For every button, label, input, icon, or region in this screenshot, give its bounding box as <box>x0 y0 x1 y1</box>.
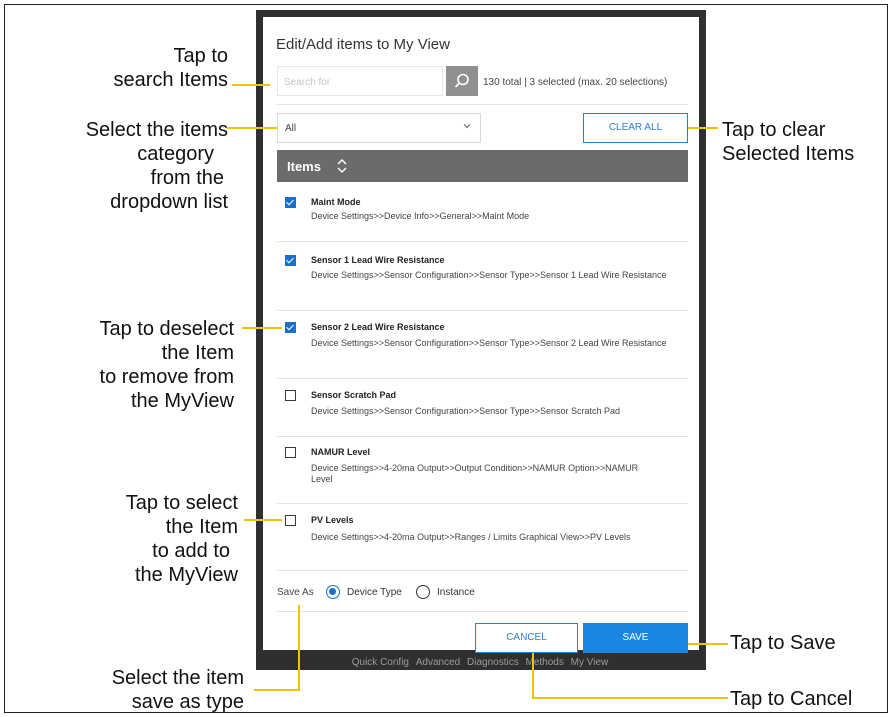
selection-count: 130 total | 3 selected (max. 20 selectio… <box>483 77 668 88</box>
divider <box>277 378 688 379</box>
items-header[interactable]: Items <box>277 150 688 182</box>
search-input[interactable]: Search for <box>277 66 443 96</box>
sort-icon <box>337 158 347 174</box>
leader-line <box>244 519 282 521</box>
tab-quick-config[interactable]: Quick Config <box>352 657 409 668</box>
item-title: NAMUR Level <box>311 447 371 457</box>
search-button[interactable] <box>446 66 478 96</box>
item-checkbox-scratch-pad[interactable] <box>285 390 296 401</box>
item-path: Device Settings>>4-20ma Output>>Output C… <box>311 463 639 484</box>
tab-advanced[interactable]: Advanced <box>416 657 460 668</box>
divider <box>277 241 688 242</box>
item-title: PV Levels <box>311 515 354 525</box>
callout-line: Tap to clear <box>722 119 826 141</box>
divider <box>277 570 688 571</box>
callout-save-as: Select the item save as type <box>112 666 244 714</box>
divider <box>277 436 688 437</box>
callout-search: Tap to search Items <box>114 44 228 92</box>
leader-line <box>227 127 277 129</box>
radio-device-type-label: Device Type <box>347 587 402 598</box>
device-bottom-tabs: Quick Config Advanced Diagnostics Method… <box>320 657 640 668</box>
callout-line: dropdown list <box>110 191 228 213</box>
tab-my-view[interactable]: My View <box>571 657 609 668</box>
dialog-title: Edit/Add items to My View <box>276 36 450 53</box>
callout-line: Tap to select <box>125 492 238 514</box>
callout-line: from the <box>150 167 224 189</box>
item-title: Maint Mode <box>311 197 361 207</box>
leader-line <box>688 643 728 645</box>
callout-line: the Item <box>161 342 234 364</box>
callout-line: Select the items <box>85 119 228 141</box>
divider <box>277 611 688 612</box>
callout-line: save as type <box>131 691 244 713</box>
leader-line <box>254 689 300 691</box>
callout-line: the MyView <box>130 390 234 412</box>
item-checkbox-sensor-1[interactable] <box>285 255 296 266</box>
callout-line: search Items <box>113 69 228 91</box>
callout-deselect: Tap to deselect the Item to remove from … <box>99 317 234 413</box>
callout-clear: Tap to clear Selected Items <box>722 118 854 166</box>
edit-my-view-dialog <box>263 17 699 650</box>
leader-line <box>232 84 270 86</box>
callout-select: Tap to select the Item to add to the MyV… <box>126 491 238 587</box>
item-path: Device Settings>>Device Info>>General>>M… <box>311 211 530 221</box>
item-path: Device Settings>>Sensor Configuration>>S… <box>311 270 667 280</box>
category-dropdown-value: All <box>285 123 297 134</box>
callout-line: Tap to Save <box>730 632 836 654</box>
callout-category: Select the items category from the dropd… <box>86 118 228 214</box>
radio-device-type[interactable] <box>326 585 340 599</box>
callout-line: the Item <box>165 516 238 538</box>
cancel-button[interactable]: CANCEL <box>475 623 578 653</box>
callout-save: Tap to Save <box>730 631 836 655</box>
item-title: Sensor Scratch Pad <box>311 390 397 400</box>
item-path: Device Settings>>4-20ma Output>>Ranges /… <box>311 532 631 542</box>
leader-line <box>688 127 718 129</box>
leader-line <box>532 653 534 699</box>
clear-all-button[interactable]: CLEAR ALL <box>583 113 688 143</box>
tab-diagnostics[interactable]: Diagnostics <box>467 657 519 668</box>
item-checkbox-pv-levels[interactable] <box>285 515 296 526</box>
item-path: Device Settings>>Sensor Configuration>>S… <box>311 338 667 348</box>
callout-line: Tap to <box>173 45 228 67</box>
chevron-down-icon <box>463 124 471 129</box>
divider <box>277 503 688 504</box>
item-checkbox-maint-mode[interactable] <box>285 197 296 208</box>
callout-line: the MyView <box>134 564 238 586</box>
divider <box>277 310 688 311</box>
radio-instance[interactable] <box>416 585 430 599</box>
search-icon <box>454 73 469 88</box>
callout-line: category <box>137 143 214 165</box>
item-checkbox-namur-level[interactable] <box>285 447 296 458</box>
radio-instance-label: Instance <box>437 587 475 598</box>
save-button[interactable]: SAVE <box>583 623 688 653</box>
divider <box>277 104 688 105</box>
callout-line: Tap to Cancel <box>730 688 853 710</box>
leader-line <box>298 605 300 691</box>
leader-line <box>242 327 282 329</box>
leader-line <box>532 697 728 699</box>
item-title: Sensor 2 Lead Wire Resistance <box>311 322 445 332</box>
callout-cancel: Tap to Cancel <box>730 687 852 711</box>
callout-line: Tap to deselect <box>99 318 234 340</box>
callout-line: to remove from <box>99 366 234 388</box>
item-title: Sensor 1 Lead Wire Resistance <box>311 255 445 265</box>
callout-line: Selected Items <box>722 143 855 165</box>
items-header-label: Items <box>287 159 321 174</box>
save-as-label: Save As <box>277 587 314 598</box>
item-path: Device Settings>>Sensor Configuration>>S… <box>311 406 621 416</box>
callout-line: to add to <box>152 540 230 562</box>
category-dropdown[interactable]: All <box>277 113 481 143</box>
callout-line: Select the item <box>111 667 244 689</box>
item-checkbox-sensor-2[interactable] <box>285 322 296 333</box>
